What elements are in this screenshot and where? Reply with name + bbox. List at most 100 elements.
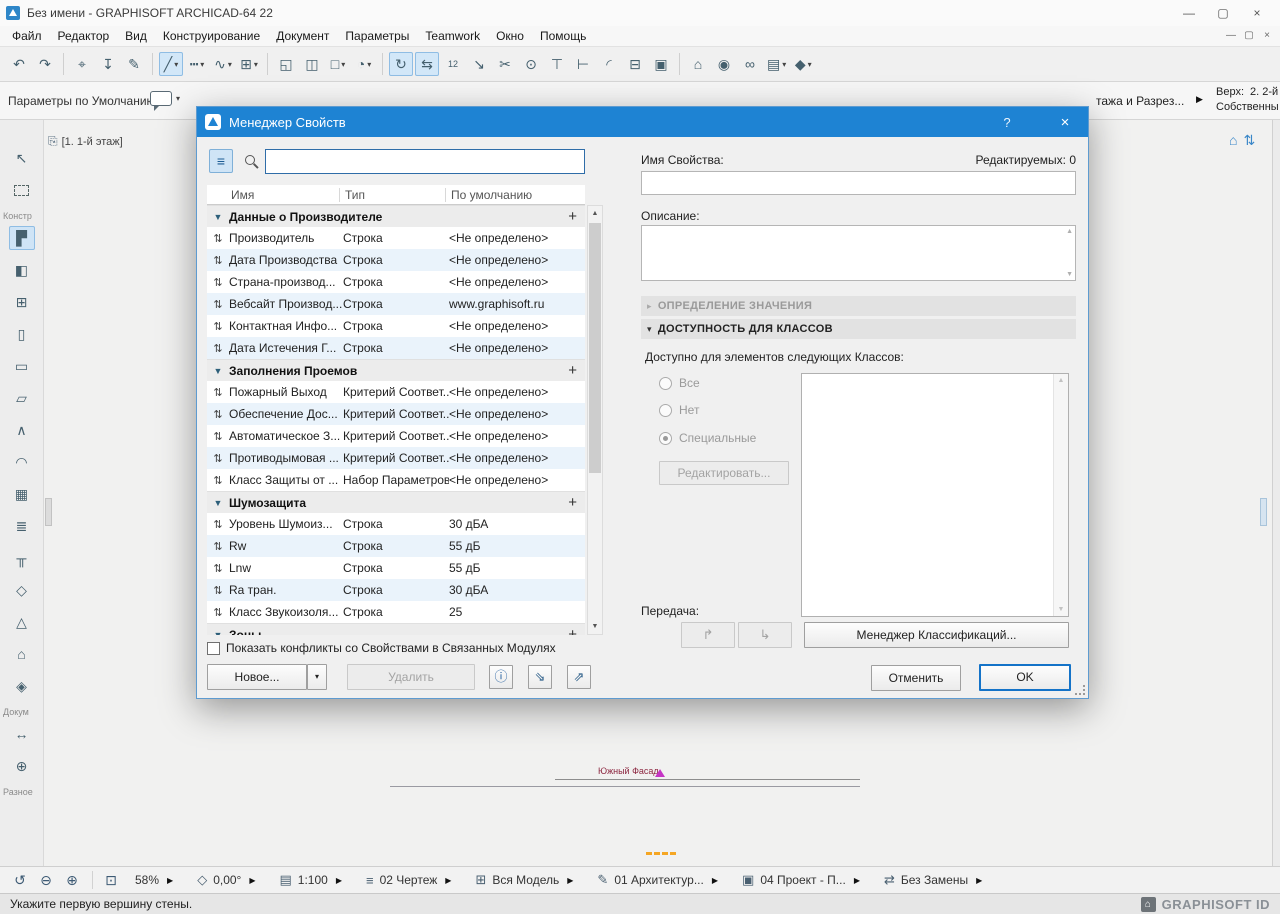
reorder-icon[interactable]: ⇅ [207,474,229,487]
elevation-line[interactable] [555,779,860,780]
story-line-popup-arrow-icon[interactable]: ▶ [1196,94,1203,105]
zoom-previous-icon[interactable]: ↺ [8,869,32,891]
add-property-button[interactable]: + [568,208,577,225]
reorder-icon[interactable]: ⇅ [207,276,229,289]
window-tool-icon[interactable]: ⊞ [9,290,35,314]
mdi-close-button[interactable]: × [1258,27,1276,45]
shell-tool-icon[interactable]: ◠ [9,450,35,474]
new-button[interactable]: Новое... [207,664,307,690]
menu-item[interactable]: Редактор [50,26,118,46]
add-property-button[interactable]: + [568,494,577,511]
close-button[interactable]: × [1240,1,1274,25]
label-tool-button[interactable]: ▾ [150,91,180,106]
redo-icon[interactable]: ↷ [33,52,57,76]
snap-guide-icon[interactable]: ┅▾ [185,52,209,76]
property-row[interactable]: ⇅Дата ПроизводстваСтрока<Не определено> [207,249,585,271]
roof-tool-icon[interactable]: ∧ [9,418,35,442]
mesh-tool-icon[interactable]: △ [9,610,35,634]
value-definition-section-header[interactable]: ▸ ОПРЕДЕЛЕНИЕ ЗНАЧЕНИЯ [641,296,1076,316]
wall-tool-icon[interactable]: ▛ [9,226,35,250]
delete-button[interactable]: Удалить [347,664,475,690]
cancel-button[interactable]: Отменить [871,665,961,691]
classes-listbox[interactable]: ▲ ▼ [801,373,1069,617]
property-row[interactable]: ⇅Класс Защиты от ...Набор Параметров<Не … [207,469,585,491]
menu-item[interactable]: Параметры [337,26,417,46]
property-row[interactable]: ⇅RwСтрока55 дБ [207,535,585,557]
arrow-tool-icon[interactable]: ↖ [9,146,35,170]
group-icon[interactable]: ▣ [649,52,673,76]
zoom-out-icon[interactable]: ⊖ [34,869,58,891]
snap-point-icon[interactable]: ∿▾ [211,52,235,76]
canvas-vertical-scrollbar[interactable] [1272,120,1280,866]
group-collapse-icon[interactable]: ▼ [207,212,229,222]
scale[interactable]: ▤1:100▶ [280,872,342,888]
scroll-down-icon[interactable]: ▼ [588,619,602,634]
property-row[interactable]: ⇅Уровень Шумоиз...Строка30 дБА [207,513,585,535]
suspend-groups-icon[interactable]: ◱ [274,52,298,76]
mdi-restore-button[interactable]: ▢ [1240,27,1258,45]
trace-reference-icon[interactable]: ◫ [300,52,324,76]
listbox-scrollbar[interactable]: ▲ ▼ [1053,374,1068,616]
reorder-icon[interactable]: ⇅ [207,562,229,575]
graphic-override[interactable]: ⇄Без Замены▶ [884,872,982,888]
listbox-scroll-down-icon[interactable]: ▼ [1054,606,1068,613]
morph-tool-icon[interactable]: ◇ [9,578,35,602]
menu-item[interactable]: Конструирование [155,26,268,46]
transfer-inject-button[interactable]: ↳ [738,622,792,648]
story-tab[interactable]: ⎘ [1. 1-й этаж] [48,134,123,149]
reorder-icon[interactable]: ⇅ [207,584,229,597]
mirror-icon[interactable]: ⇆ [415,52,439,76]
minimize-button[interactable]: — [1172,1,1206,25]
railing-tool-icon[interactable]: ╥ [9,546,35,570]
reorder-icon[interactable]: ⇅ [207,606,229,619]
reorder-icon[interactable]: ⇅ [207,408,229,421]
property-row[interactable]: ⇅Противодымовая ...Критерий Соответ...<Н… [207,447,585,469]
property-row[interactable]: ⇅Контактная Инфо...Строка<Не определено> [207,315,585,337]
group-collapse-icon[interactable]: ▼ [207,366,229,376]
reorder-icon[interactable]: ⇅ [207,452,229,465]
hyperlink-icon[interactable]: ∞ [738,52,762,76]
property-row[interactable]: ⇅ПроизводительСтрока<Не определено> [207,227,585,249]
add-property-button[interactable]: + [568,626,577,635]
property-row[interactable]: ⇅Автоматическое З...Критерий Соответ...<… [207,425,585,447]
column-tool-icon[interactable]: ▯ [9,322,35,346]
dialog-close-button[interactable]: × [1050,114,1080,131]
level-dimension-tool-icon[interactable]: ⊕ [9,754,35,778]
property-group-row[interactable]: ▼Шумозащита+ [207,491,585,513]
reorder-icon[interactable]: ⇅ [207,342,229,355]
property-row[interactable]: ⇅LnwСтрока55 дБ [207,557,585,579]
classification-manager-button[interactable]: Менеджер Классификаций... [804,622,1069,648]
inject-parameters-icon[interactable]: ↧ [96,52,120,76]
menu-item[interactable]: Помощь [532,26,594,46]
favorite-settings-icon[interactable]: ✎ [122,52,146,76]
menu-item[interactable]: Вид [117,26,155,46]
menu-item[interactable]: Документ [268,26,337,46]
property-name-input[interactable] [641,171,1076,195]
radio-custom[interactable] [659,432,672,445]
scroll-thumb[interactable] [589,223,601,473]
stair-tool-icon[interactable]: ≣ [9,514,35,538]
reorder-icon[interactable]: ⇅ [207,540,229,553]
pen-sets-icon[interactable]: ◆▾ [791,52,815,76]
palette-grip-right[interactable] [1260,498,1267,526]
reorder-icon[interactable]: ⇅ [207,320,229,333]
zoom-level[interactable]: 58%▶ [135,873,173,887]
zoom-in-icon[interactable]: ⊕ [60,869,84,891]
palette-grip-left[interactable] [45,498,52,526]
3d-cutaway-icon[interactable]: ⌂ [686,52,710,76]
ok-button[interactable]: OK [979,664,1071,691]
property-row[interactable]: ⇅Класс Звукоизоля...Строка25 [207,601,585,623]
home-story-icon[interactable]: ⌂ [1229,132,1237,149]
pen-set[interactable]: ≡02 Чертеж▶ [366,873,451,888]
reorder-icon[interactable]: ⇅ [207,386,229,399]
partial-structure[interactable]: ⊞Вся Модель▶ [475,872,573,888]
onion-skin-icon[interactable]: ◔▾ [352,52,376,76]
property-group-row[interactable]: ▼Данные о Производителе+ [207,205,585,227]
search-input[interactable] [265,149,585,174]
curtain-wall-tool-icon[interactable]: ▦ [9,482,35,506]
graphisoft-id-badge[interactable]: ⌂ GRAPHISOFT ID [1141,897,1270,912]
textarea-scroll-up-icon[interactable]: ▲ [1066,228,1073,235]
property-row[interactable]: ⇅Пожарный ВыходКритерий Соответ...<Не оп… [207,381,585,403]
property-row[interactable]: ⇅Ra тран.Строка30 дБА [207,579,585,601]
elevation-marker-icon[interactable] [655,769,665,777]
